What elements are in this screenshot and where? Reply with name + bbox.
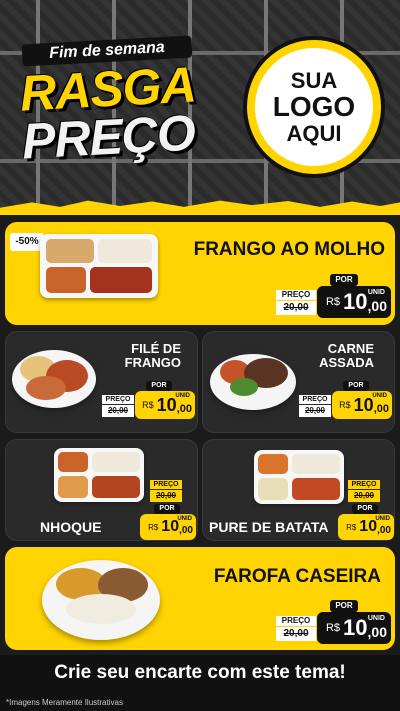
por-label: POR bbox=[154, 504, 180, 514]
preco-label: PREÇO bbox=[150, 480, 182, 489]
header-banner: Fim de semana RASGA PREÇO SUA LOGO AQUI bbox=[0, 0, 400, 215]
price-tag: POR PREÇO 20,00 R$ 10 ,00 UNID bbox=[102, 381, 195, 421]
title-preco: PREÇO bbox=[20, 104, 197, 170]
new-price: R$ 10 ,00 UNID bbox=[317, 286, 391, 318]
preco-label: PREÇO bbox=[276, 616, 316, 626]
price-tag: POR PREÇO 20,00 R$ 10 ,00 UNID bbox=[276, 600, 394, 646]
old-price: 20,00 bbox=[102, 405, 134, 417]
footer-cta-text[interactable]: Crie seu encarte com este tema! bbox=[0, 662, 400, 684]
food-bowl-image bbox=[42, 560, 160, 640]
new-price: R$ 10 ,00 UNID bbox=[338, 514, 394, 540]
por-label: POR bbox=[330, 274, 358, 286]
currency: R$ bbox=[148, 522, 159, 532]
old-price-value: 20,00 bbox=[304, 406, 326, 415]
old-price: 20,00 bbox=[276, 627, 316, 641]
product-name: NHOQUE bbox=[40, 519, 102, 535]
price-dec: ,00 bbox=[367, 624, 387, 640]
price-dec: ,00 bbox=[367, 298, 387, 314]
product-name: FAROFA CASEIRA bbox=[213, 566, 381, 587]
new-price: R$ 10 ,00 UNID bbox=[332, 391, 392, 419]
old-price-value: 20,00 bbox=[155, 491, 177, 500]
logo-placeholder[interactable]: SUA LOGO AQUI bbox=[247, 40, 381, 174]
old-price: 20,00 bbox=[150, 490, 182, 502]
old-price-value: 20,00 bbox=[353, 491, 375, 500]
discount-badge: -50% bbox=[10, 233, 44, 251]
old-price-value: 20,00 bbox=[283, 628, 309, 639]
unit-label: UNID bbox=[175, 393, 190, 399]
logo-text-2: LOGO bbox=[272, 91, 356, 123]
logo-text-3: AQUI bbox=[286, 120, 342, 146]
por-label: POR bbox=[352, 504, 378, 514]
currency: R$ bbox=[346, 522, 357, 532]
product-name: FRANGO AO MOLHO bbox=[193, 239, 385, 260]
food-tray-image bbox=[254, 450, 344, 504]
price-int: 10 bbox=[343, 289, 368, 314]
old-price: 20,00 bbox=[299, 405, 331, 417]
new-price: R$ 10 ,00 UNID bbox=[140, 514, 196, 540]
food-tray-image bbox=[54, 448, 144, 502]
price-dec: ,00 bbox=[373, 403, 389, 415]
price-tag: PREÇO 20,00 POR R$ 10 ,00 UNID bbox=[140, 480, 196, 542]
new-price: R$ 10 ,00 UNID bbox=[135, 391, 195, 419]
old-price: 20,00 bbox=[348, 490, 380, 502]
footer-disclaimer: *Imagens Meramente Ilustrativas bbox=[6, 698, 123, 707]
price-tag: POR PREÇO 20,00 R$ 10 ,00 UNID bbox=[299, 381, 392, 421]
price-tag: POR PREÇO 20,00 R$ 10 ,00 UNID bbox=[276, 274, 394, 320]
food-bowl-image bbox=[12, 350, 96, 408]
por-label: POR bbox=[146, 381, 172, 391]
price-int: 10 bbox=[353, 394, 374, 415]
old-price-value: 20,00 bbox=[283, 302, 309, 313]
unit-label: UNID bbox=[177, 516, 192, 522]
new-price: R$ 10 ,00 UNID bbox=[317, 612, 391, 644]
price-dec: ,00 bbox=[377, 525, 391, 536]
food-tray-image bbox=[40, 234, 158, 298]
price-dec: ,00 bbox=[179, 525, 193, 536]
price-tag: PREÇO 20,00 POR R$ 10 ,00 UNID bbox=[338, 480, 394, 542]
old-price-value: 20,00 bbox=[107, 406, 129, 415]
food-bowl-image bbox=[210, 354, 296, 410]
por-label: POR bbox=[330, 600, 358, 612]
product-name: FILÉ DE FRANGO bbox=[124, 341, 181, 371]
product-name-line1: CARNE bbox=[327, 341, 374, 356]
currency: R$ bbox=[325, 622, 341, 634]
currency: R$ bbox=[325, 296, 341, 308]
unit-label: UNID bbox=[367, 289, 385, 296]
product-name: CARNE ASSADA bbox=[319, 341, 374, 371]
currency: R$ bbox=[339, 400, 351, 410]
preco-label: PREÇO bbox=[299, 395, 331, 404]
logo-text-1: SUA bbox=[290, 68, 338, 94]
product-name-line1: FILÉ DE bbox=[131, 341, 181, 356]
price-int: 10 bbox=[343, 615, 368, 640]
currency: R$ bbox=[142, 400, 154, 410]
unit-label: UNID bbox=[375, 516, 390, 522]
price-dec: ,00 bbox=[176, 403, 192, 415]
product-name: PURE DE BATATA bbox=[209, 519, 329, 535]
price-int: 10 bbox=[156, 394, 177, 415]
unit-label: UNID bbox=[372, 393, 387, 399]
preco-label: PREÇO bbox=[348, 480, 380, 489]
product-name-line2: ASSADA bbox=[319, 355, 374, 371]
por-label: POR bbox=[343, 381, 369, 391]
old-price: 20,00 bbox=[276, 301, 316, 315]
preco-label: PREÇO bbox=[102, 395, 134, 404]
preco-label: PREÇO bbox=[276, 290, 316, 300]
unit-label: UNID bbox=[367, 615, 385, 622]
product-name-line2: FRANGO bbox=[124, 355, 181, 371]
